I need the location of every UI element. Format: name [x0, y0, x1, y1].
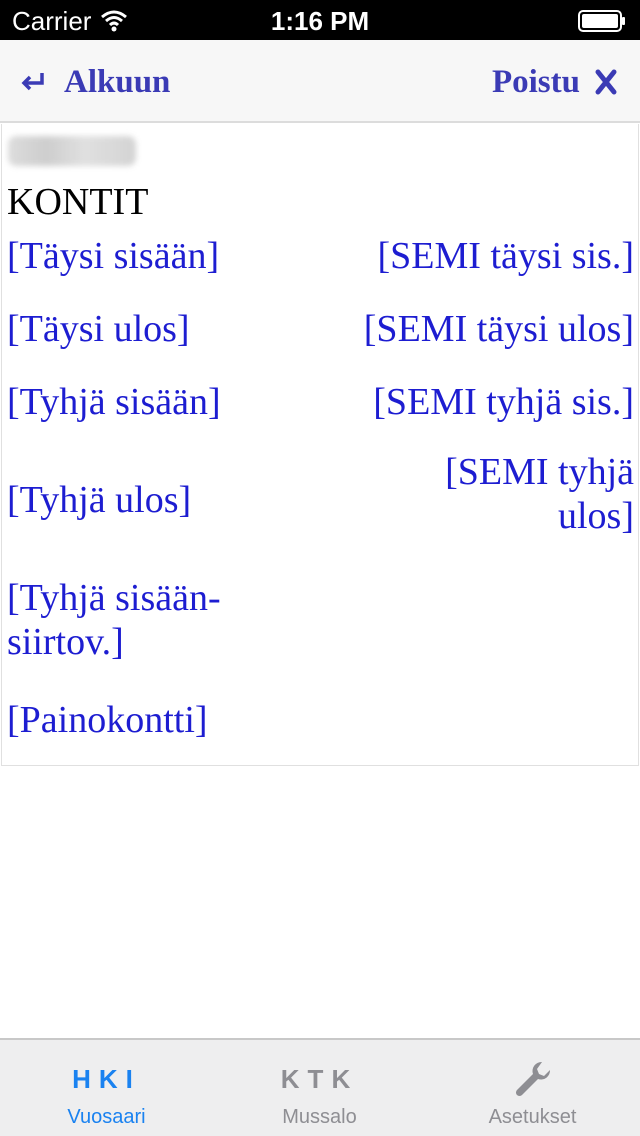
status-bar: Carrier 1:16 PM: [0, 0, 640, 40]
link-taysi-sisaan[interactable]: [Täysi sisään]: [7, 234, 307, 278]
link-taysi-ulos[interactable]: [Täysi ulos]: [7, 307, 307, 351]
redacted-text: [8, 136, 136, 166]
link-semi-tyhja-sis[interactable]: [SEMI tyhjä sis.]: [314, 380, 634, 424]
link-semi-taysi-ulos[interactable]: [SEMI täysi ulos]: [314, 307, 634, 351]
close-icon: [595, 69, 617, 95]
link-tyhja-sisaan[interactable]: [Tyhjä sisään]: [7, 380, 307, 424]
content-card: KONTIT [Täysi sisään] [SEMI täysi sis.] …: [1, 124, 639, 766]
exit-label: Poistu: [491, 63, 580, 100]
exit-button[interactable]: Poistu: [492, 60, 618, 104]
link-semi-taysi-sis[interactable]: [SEMI täysi sis.]: [314, 234, 635, 278]
tab-label: Vuosaari: [67, 1106, 146, 1128]
tab-mussalo[interactable]: KTK Mussalo: [213, 1040, 426, 1136]
battery-icon: [578, 10, 625, 32]
link-tyhja-ulos[interactable]: [Tyhjä ulos]: [7, 478, 307, 522]
back-label: Alkuun: [64, 63, 171, 100]
link-semi-tyhja-ulos[interactable]: [SEMI tyhjä ulos]: [404, 450, 634, 538]
tab-bar: HKI Vuosaari KTK Mussalo Asetukset: [0, 1038, 640, 1136]
nav-header: Alkuun Poistu: [0, 40, 640, 123]
ktk-icon: KTK: [280, 1064, 359, 1094]
tab-label: Mussalo: [282, 1106, 357, 1128]
link-painokontti[interactable]: [Painokontti]: [7, 698, 307, 742]
tab-vuosaari[interactable]: HKI Vuosaari: [0, 1040, 213, 1136]
tab-asetukset[interactable]: Asetukset: [426, 1040, 639, 1136]
wrench-icon: [515, 1061, 551, 1097]
back-button[interactable]: Alkuun: [20, 60, 170, 104]
status-time: 1:16 PM: [270, 6, 370, 36]
tab-label: Asetukset: [488, 1106, 577, 1128]
return-arrow-icon: [21, 73, 44, 91]
section-title: KONTIT: [7, 181, 149, 223]
link-tyhja-sisaan-siirtov[interactable]: [Tyhjä sisään-siirtov.]: [7, 576, 257, 664]
hki-icon: HKI: [72, 1064, 141, 1094]
